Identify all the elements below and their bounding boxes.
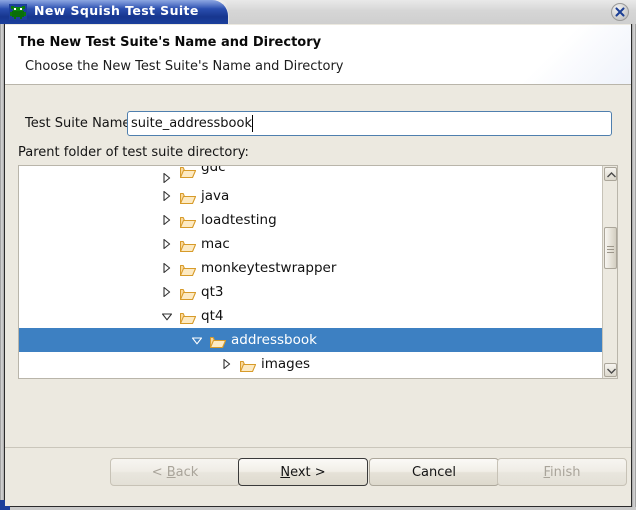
tree-item-label: addressbook <box>231 328 317 352</box>
text-cursor <box>252 115 253 132</box>
open-folder-icon <box>180 261 196 275</box>
tree-item[interactable]: loadtesting <box>19 208 604 232</box>
tree-item[interactable]: addressbook <box>19 328 604 352</box>
dialog-footer: < Back Next > Cancel Finish <box>5 448 631 506</box>
tree-item[interactable]: java <box>19 184 604 208</box>
tree-expander-expanded-icon[interactable] <box>160 304 174 328</box>
next-button[interactable]: Next > <box>238 458 368 486</box>
open-folder-icon <box>180 213 196 227</box>
open-folder-icon <box>180 166 196 179</box>
tree-item-label: gdc <box>201 166 226 174</box>
finish-button[interactable]: Finish <box>497 458 627 486</box>
dialog-window: New Squish Test Suite The New Test Suite… <box>0 0 636 510</box>
open-folder-icon <box>180 309 196 323</box>
tree-vertical-scrollbar[interactable] <box>602 166 617 378</box>
tree-expander-collapsed-icon[interactable] <box>160 184 174 208</box>
open-folder-icon <box>240 357 256 371</box>
tree-expander-collapsed-icon[interactable] <box>160 208 174 232</box>
scrollbar-thumb[interactable] <box>604 227 617 269</box>
tree-item[interactable]: images <box>19 352 604 376</box>
directory-tree-rows: gdc java loadtesting mac monkeytestwrapp… <box>19 166 604 378</box>
banner-swoosh-inner <box>491 25 631 84</box>
cancel-button[interactable]: Cancel <box>369 458 499 486</box>
tree-item-label: images <box>261 352 310 376</box>
window-title: New Squish Test Suite <box>34 3 199 18</box>
tree-item[interactable]: qt3 <box>19 280 604 304</box>
title-bar: New Squish Test Suite <box>0 0 636 24</box>
banner-title: The New Test Suite's Name and Directory <box>18 35 321 50</box>
tree-item[interactable]: mac <box>19 232 604 256</box>
tree-expander-collapsed-icon[interactable] <box>160 166 174 184</box>
tree-expander-collapsed-icon[interactable] <box>160 280 174 304</box>
tree-item-label: monkeytestwrapper <box>201 256 336 280</box>
tree-expander-expanded-icon[interactable] <box>190 328 204 352</box>
tree-item[interactable]: monkeytestwrapper <box>19 256 604 280</box>
directory-tree[interactable]: gdc java loadtesting mac monkeytestwrapp… <box>18 165 618 379</box>
tree-item-label: qt4 <box>201 304 223 328</box>
squish-bug-icon <box>9 4 27 20</box>
test-suite-name-input[interactable] <box>127 111 612 136</box>
scroll-down-arrow-icon[interactable] <box>604 363 617 377</box>
back-button[interactable]: < Back <box>110 458 240 486</box>
open-folder-icon <box>210 333 226 347</box>
tree-expander-collapsed-icon[interactable] <box>220 352 234 376</box>
tree-item[interactable]: gdc <box>19 166 604 184</box>
banner-subtitle: Choose the New Test Suite's Name and Dir… <box>25 59 343 74</box>
open-folder-icon <box>180 237 196 251</box>
tree-item-label: loadtesting <box>201 208 277 232</box>
dialog-content: Test Suite Name: Parent folder of test s… <box>5 85 631 447</box>
window-right-border <box>632 24 636 510</box>
test-suite-name-row: Test Suite Name: <box>5 111 631 137</box>
test-suite-name-label: Test Suite Name: <box>25 116 135 131</box>
close-icon[interactable] <box>611 3 629 21</box>
tree-expander-collapsed-icon[interactable] <box>160 256 174 280</box>
open-folder-icon <box>180 189 196 203</box>
open-folder-icon <box>180 285 196 299</box>
wizard-banner: The New Test Suite's Name and Directory … <box>5 25 631 84</box>
tree-expander-collapsed-icon[interactable] <box>160 232 174 256</box>
tree-item-label: qt3 <box>201 280 223 304</box>
tree-item[interactable]: qt4 <box>19 304 604 328</box>
tree-item-label: mac <box>201 232 230 256</box>
tree-item-label: java <box>201 184 229 208</box>
scroll-up-arrow-icon[interactable] <box>604 167 617 181</box>
parent-folder-label: Parent folder of test suite directory: <box>18 145 249 160</box>
